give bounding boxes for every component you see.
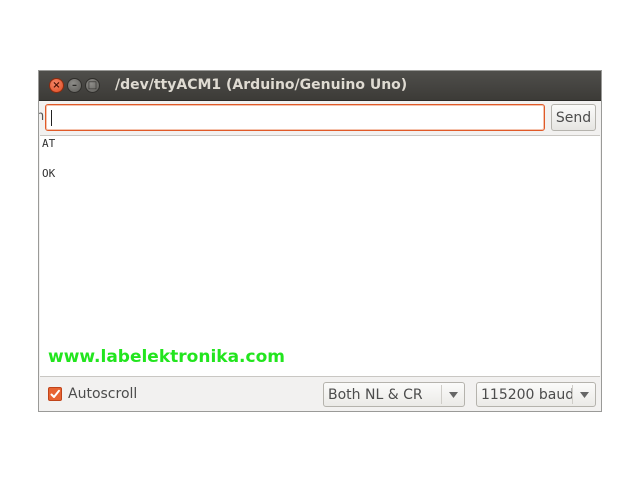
output-line: OK [42, 167, 56, 180]
select-divider [572, 385, 573, 404]
send-toolbar: n Send [39, 101, 601, 135]
baud-rate-value: 115200 baud [481, 387, 575, 403]
serial-monitor-window: × – □ /dev/ttyACM1 (Arduino/Genuino Uno)… [38, 70, 602, 412]
serial-output[interactable]: AT OK www.labelektronika.com [40, 135, 600, 377]
maximize-icon[interactable]: □ [85, 78, 100, 93]
select-divider [441, 385, 442, 404]
line-ending-select[interactable]: Both NL & CR [323, 382, 465, 407]
serial-input[interactable] [45, 104, 545, 131]
chevron-down-icon [449, 392, 458, 398]
send-button[interactable]: Send [551, 104, 596, 131]
watermark-text: www.labelektronika.com [48, 347, 285, 367]
autoscroll-label[interactable]: Autoscroll [68, 386, 137, 402]
checkmark-icon [50, 389, 60, 398]
minimize-icon[interactable]: – [67, 78, 82, 93]
window-title: /dev/ttyACM1 (Arduino/Genuino Uno) [115, 77, 408, 93]
status-bar: Autoscroll Both NL & CR 115200 baud [39, 377, 601, 411]
output-line: AT [42, 137, 56, 150]
title-bar[interactable]: × – □ /dev/ttyACM1 (Arduino/Genuino Uno) [39, 71, 601, 101]
line-ending-value: Both NL & CR [328, 387, 423, 403]
close-icon[interactable]: × [49, 78, 64, 93]
chevron-down-icon [580, 392, 589, 398]
baud-rate-select[interactable]: 115200 baud [476, 382, 596, 407]
autoscroll-checkbox[interactable] [48, 387, 62, 401]
text-caret [51, 110, 52, 126]
clipped-label: n [39, 109, 44, 124]
